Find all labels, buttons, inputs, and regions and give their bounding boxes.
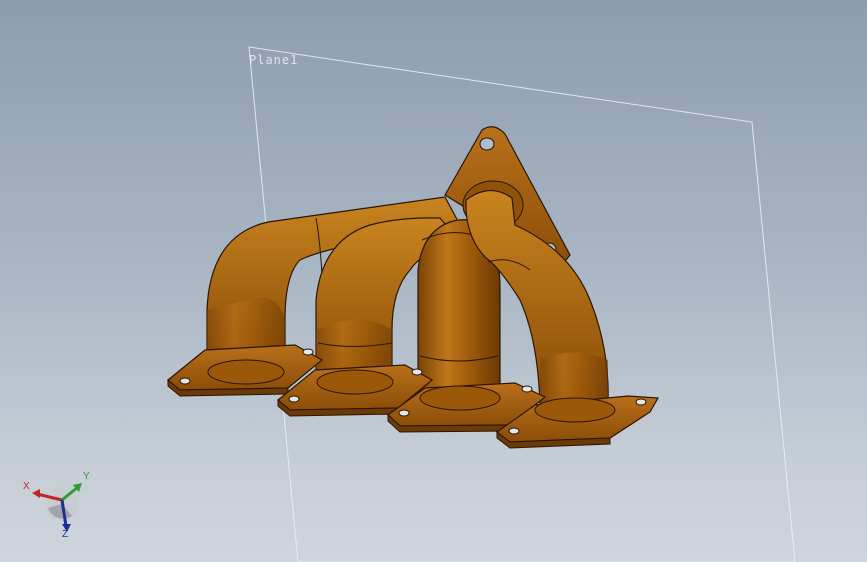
model-scene[interactable] <box>0 0 867 562</box>
triad-x-label: X <box>23 481 30 492</box>
reference-triad <box>32 483 82 532</box>
triad-y-label: Y <box>83 471 90 482</box>
graphics-viewport[interactable]: Plane1 X Y Z <box>0 0 867 562</box>
triad-z-label: Z <box>62 529 69 540</box>
plane-label[interactable]: Plane1 <box>249 53 298 67</box>
